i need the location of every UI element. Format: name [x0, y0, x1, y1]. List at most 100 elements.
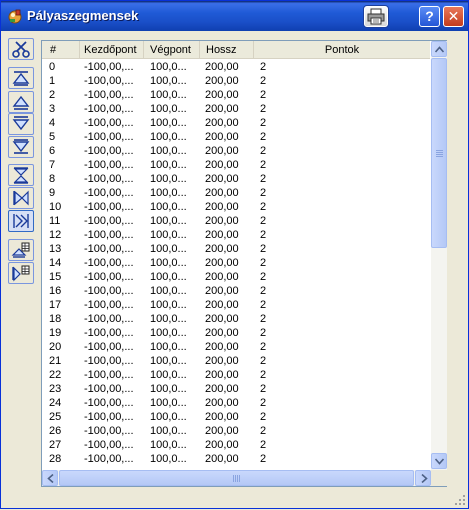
scroll-right-button[interactable] [415, 470, 431, 486]
table-row[interactable]: 24 -100,00,... 100,0... 200,00 2 [42, 396, 430, 410]
resize-grip[interactable] [453, 493, 467, 507]
cell-start-point: -100,00,... [84, 257, 134, 269]
cell-length: 200,00 [205, 201, 239, 213]
horizontal-scrollbar[interactable] [42, 470, 431, 486]
flip-vertical-button[interactable] [8, 164, 34, 186]
table-row[interactable]: 2 -100,00,... 100,0... 200,00 2 [42, 88, 430, 102]
close-button[interactable]: ✕ [443, 6, 464, 27]
table-row[interactable]: 22 -100,00,... 100,0... 200,00 2 [42, 368, 430, 382]
cell-length: 200,00 [205, 383, 239, 395]
table-row[interactable]: 19 -100,00,... 100,0... 200,00 2 [42, 326, 430, 340]
cell-end-point: 100,0... [150, 75, 187, 87]
cell-start-point: -100,00,... [84, 187, 134, 199]
horizontal-scroll-thumb[interactable] [59, 470, 414, 486]
table-row[interactable]: 27 -100,00,... 100,0... 200,00 2 [42, 438, 430, 452]
printer-icon [367, 8, 385, 25]
cut-segment-button[interactable] [8, 38, 34, 60]
cell-length: 200,00 [205, 341, 239, 353]
vertical-scrollbar[interactable] [431, 41, 447, 470]
cell-index: 18 [49, 313, 62, 325]
cell-length: 200,00 [205, 187, 239, 199]
table-row[interactable]: 8 -100,00,... 100,0... 200,00 2 [42, 172, 430, 186]
import-table-button[interactable] [8, 262, 34, 284]
table-row[interactable]: 10 -100,00,... 100,0... 200,00 2 [42, 200, 430, 214]
scrollbar-corner [431, 470, 447, 486]
export-table-button[interactable] [8, 239, 34, 261]
move-down-button[interactable] [8, 113, 34, 135]
table-row[interactable]: 5 -100,00,... 100,0... 200,00 2 [42, 130, 430, 144]
cell-length: 200,00 [205, 243, 239, 255]
cell-length: 200,00 [205, 299, 239, 311]
cell-start-point: -100,00,... [84, 89, 134, 101]
move-up-button[interactable] [8, 91, 34, 113]
cell-points: 2 [260, 75, 267, 87]
column-header-end[interactable]: Végpont [144, 41, 200, 59]
cell-index: 15 [49, 271, 62, 283]
flip-both-button[interactable] [8, 210, 34, 232]
table-row[interactable]: 17 -100,00,... 100,0... 200,00 2 [42, 298, 430, 312]
cell-length: 200,00 [205, 229, 239, 241]
cell-points: 2 [260, 145, 267, 157]
app-icon [7, 8, 23, 24]
cell-points: 2 [260, 215, 267, 227]
column-header-length[interactable]: Hossz [200, 41, 254, 59]
help-button[interactable]: ? [419, 6, 440, 27]
scroll-down-button[interactable] [431, 453, 447, 469]
title-bar[interactable]: Pályaszegmensek ? ✕ [1, 1, 468, 31]
table-row[interactable]: 28 -100,00,... 100,0... 200,00 2 [42, 452, 430, 466]
table-row[interactable]: 18 -100,00,... 100,0... 200,00 2 [42, 312, 430, 326]
table-row[interactable]: 14 -100,00,... 100,0... 200,00 2 [42, 256, 430, 270]
cell-start-point: -100,00,... [84, 117, 134, 129]
print-button[interactable] [364, 6, 388, 27]
table-row[interactable]: 26 -100,00,... 100,0... 200,00 2 [42, 424, 430, 438]
scroll-up-button[interactable] [431, 41, 447, 57]
cell-points: 2 [260, 425, 267, 437]
table-row[interactable]: 23 -100,00,... 100,0... 200,00 2 [42, 382, 430, 396]
cell-points: 2 [260, 131, 267, 143]
column-header-index[interactable]: # [42, 41, 80, 59]
table-row[interactable]: 16 -100,00,... 100,0... 200,00 2 [42, 284, 430, 298]
table-row[interactable]: 25 -100,00,... 100,0... 200,00 2 [42, 410, 430, 424]
cell-length: 200,00 [205, 103, 239, 115]
table-row[interactable]: 21 -100,00,... 100,0... 200,00 2 [42, 354, 430, 368]
cell-length: 200,00 [205, 159, 239, 171]
column-header-points[interactable]: Pontok [254, 41, 430, 59]
scroll-left-button[interactable] [42, 470, 58, 486]
table-row[interactable]: 11 -100,00,... 100,0... 200,00 2 [42, 214, 430, 228]
cell-points: 2 [260, 229, 267, 241]
table-row[interactable]: 15 -100,00,... 100,0... 200,00 2 [42, 270, 430, 284]
table-row[interactable]: 1 -100,00,... 100,0... 200,00 2 [42, 74, 430, 88]
table-row[interactable]: 9 -100,00,... 100,0... 200,00 2 [42, 186, 430, 200]
table-import-icon [12, 265, 30, 282]
table-row[interactable]: 20 -100,00,... 100,0... 200,00 2 [42, 340, 430, 354]
cell-start-point: -100,00,... [84, 285, 134, 297]
table-row[interactable]: 12 -100,00,... 100,0... 200,00 2 [42, 228, 430, 242]
cell-length: 200,00 [205, 285, 239, 297]
scroll-right-arrow-icon [421, 474, 428, 483]
table-row[interactable]: 6 -100,00,... 100,0... 200,00 2 [42, 144, 430, 158]
cell-points: 2 [260, 341, 267, 353]
cell-index: 5 [49, 131, 56, 143]
table-row[interactable]: 13 -100,00,... 100,0... 200,00 2 [42, 242, 430, 256]
column-header-start[interactable]: Kezdőpont [80, 41, 144, 59]
table-row[interactable]: 4 -100,00,... 100,0... 200,00 2 [42, 116, 430, 130]
cell-index: 25 [49, 411, 62, 423]
table-row[interactable]: 0 -100,00,... 100,0... 200,00 2 [42, 60, 430, 74]
cell-start-point: -100,00,... [84, 271, 134, 283]
table-row[interactable]: 7 -100,00,... 100,0... 200,00 2 [42, 158, 430, 172]
move-to-bottom-button[interactable] [8, 136, 34, 158]
cell-index: 23 [49, 383, 62, 395]
table-export-icon [11, 242, 30, 258]
cell-index: 14 [49, 257, 62, 269]
cell-start-point: -100,00,... [84, 453, 134, 465]
flip-horizontal-button[interactable] [8, 187, 34, 209]
scroll-left-arrow-icon [47, 474, 54, 483]
move-to-top-button[interactable] [8, 67, 34, 89]
cell-start-point: -100,00,... [84, 425, 134, 437]
vertical-scroll-thumb[interactable] [431, 58, 447, 248]
table-row[interactable]: 3 -100,00,... 100,0... 200,00 2 [42, 102, 430, 116]
cell-start-point: -100,00,... [84, 383, 134, 395]
cell-points: 2 [260, 453, 267, 465]
move-up-icon [12, 95, 30, 110]
cell-end-point: 100,0... [150, 173, 187, 185]
